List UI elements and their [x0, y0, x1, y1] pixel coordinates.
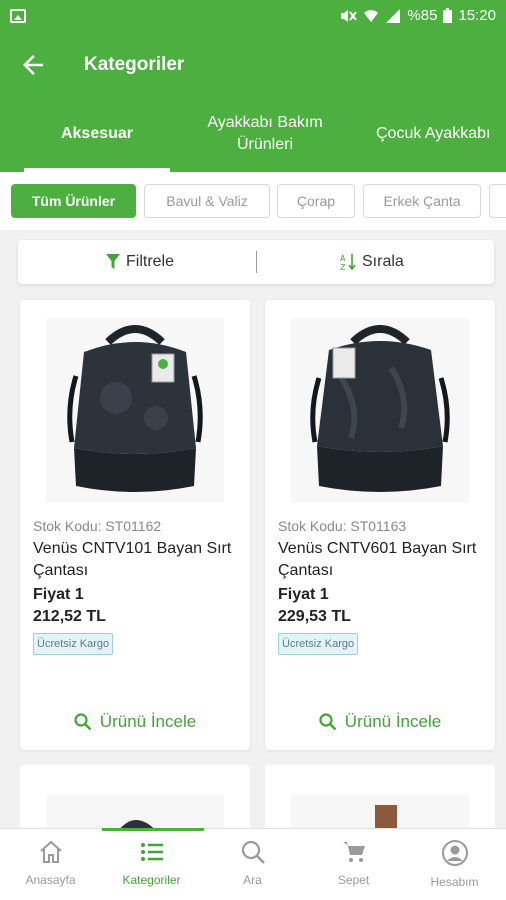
home-icon: [39, 840, 62, 863]
inspect-product-button[interactable]: Ürünü İncele: [265, 712, 495, 732]
svg-text:A: A: [340, 254, 346, 263]
nav-label: Sepet: [337, 873, 370, 887]
filter-button[interactable]: Filtrele: [106, 240, 174, 284]
inspect-label: Ürünü İncele: [344, 712, 442, 731]
category-tabs: Aksesuar Ayakkabı Bakım Ürünleri Çocuk A…: [0, 96, 506, 172]
stock-code: Stok Kodu: ST01162: [33, 518, 162, 534]
product-card[interactable]: Stok Kodu: ST01162 Venüs CNTV101 Bayan S…: [20, 300, 250, 750]
inspect-product-button[interactable]: Ürünü İncele: [20, 712, 250, 732]
subcategory-chips: Tüm Ürünler Bavul & Valiz Çorap Erkek Ça…: [0, 172, 506, 230]
chip-erkek-canta[interactable]: Erkek Çanta: [363, 184, 481, 218]
svg-text:Z: Z: [340, 263, 346, 271]
bottom-navigation: Anasayfa Kategoriler Ara Sepet Hesabım: [0, 828, 506, 900]
product-name[interactable]: Venüs CNTV601 Bayan Sırt Çantası: [278, 538, 483, 582]
nav-label: Ara: [243, 873, 262, 887]
product-card-partial[interactable]: [20, 765, 250, 835]
battery-icon: [443, 8, 453, 23]
chip-more[interactable]: [489, 184, 506, 218]
product-card-partial[interactable]: [265, 765, 495, 835]
status-bar: %85 15:20: [0, 0, 506, 34]
sort-icon: AZ: [340, 254, 356, 271]
product-price: 212,52 TL: [33, 608, 106, 625]
product-card[interactable]: Stok Kodu: ST01163 Venüs CNTV601 Bayan S…: [265, 300, 495, 750]
sort-label: Sırala: [362, 253, 404, 270]
nav-ara[interactable]: Ara: [202, 829, 303, 900]
magnifier-icon: [74, 713, 92, 731]
back-arrow-icon[interactable]: [18, 50, 48, 80]
price-level: Fiyat 1: [278, 586, 329, 603]
gallery-notification-icon: [10, 9, 26, 23]
nav-sepet[interactable]: Sepet: [303, 829, 404, 900]
chip-corap[interactable]: Çorap: [277, 184, 355, 218]
free-shipping-badge: Ücretsiz Kargo: [278, 633, 359, 655]
price-level: Fiyat 1: [33, 586, 84, 603]
product-name[interactable]: Venüs CNTV101 Bayan Sırt Çantası: [33, 538, 238, 582]
sort-button[interactable]: AZ Sırala: [340, 240, 404, 284]
filter-icon: [106, 254, 120, 269]
stock-code: Stok Kodu: ST01163: [278, 518, 407, 534]
tab-ayakkabi-bakim[interactable]: Ayakkabı Bakım Ürünleri: [190, 96, 340, 172]
mute-icon: [341, 9, 358, 22]
page-title: Kategoriler: [84, 54, 185, 75]
nav-anasayfa[interactable]: Anasayfa: [0, 829, 101, 900]
nav-label: Kategoriler: [122, 873, 181, 887]
tab-cocuk-ayakkabi[interactable]: Çocuk Ayakkabı: [362, 96, 506, 172]
filter-label: Filtrele: [126, 253, 175, 270]
product-image: [291, 795, 469, 835]
tab-aksesuar[interactable]: Aksesuar: [24, 96, 170, 172]
nav-hesabim[interactable]: Hesabım: [404, 829, 505, 900]
app-bar: Kategoriler: [0, 34, 506, 96]
free-shipping-badge: Ücretsiz Kargo: [33, 633, 114, 655]
battery-percent: %85: [407, 7, 438, 24]
cart-icon: [342, 842, 365, 862]
product-image: [291, 318, 469, 502]
nav-label: Hesabım: [430, 875, 479, 889]
inspect-label: Ürünü İncele: [99, 712, 197, 731]
nav-kategoriler[interactable]: Kategoriler: [101, 829, 202, 900]
signal-icon: [386, 8, 401, 23]
magnifier-icon: [319, 713, 337, 731]
clock: 15:20: [458, 7, 496, 24]
chip-bavul-valiz[interactable]: Bavul & Valiz: [144, 184, 270, 218]
product-price: 229,53 TL: [278, 608, 351, 625]
product-image: [46, 795, 224, 835]
toolbar-divider: [256, 251, 257, 273]
product-image: [46, 318, 224, 502]
filter-sort-bar: Filtrele AZ Sırala: [18, 240, 494, 284]
nav-label: Anasayfa: [25, 873, 76, 887]
chip-tum-urunler[interactable]: Tüm Ürünler: [11, 184, 136, 218]
list-icon: [140, 843, 163, 861]
wifi-icon: [364, 9, 379, 22]
search-icon: [241, 840, 265, 864]
account-icon: [441, 840, 468, 866]
